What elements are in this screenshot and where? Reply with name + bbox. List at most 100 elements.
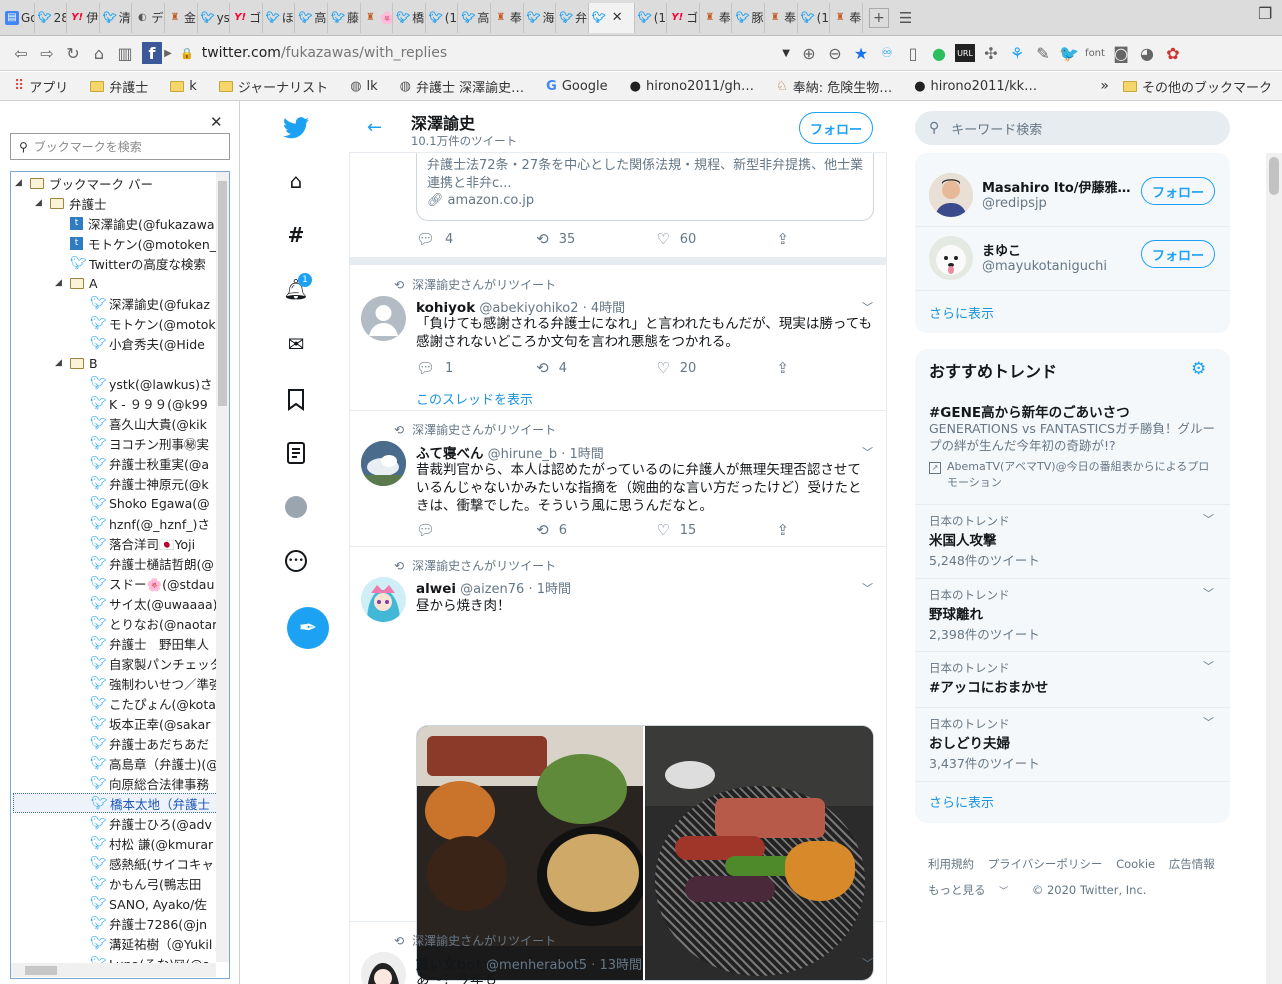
link-card[interactable]: 弁護士法72条・27条を中心とした関係法規・規程、新型非弁提携、他士業連携と非弁… xyxy=(416,141,874,221)
explore-hashtag-icon[interactable]: # xyxy=(282,221,310,249)
who-name[interactable]: Masahiro Ito/伊藤雅… xyxy=(982,177,1131,196)
tab-close-icon[interactable]: ✕ xyxy=(612,10,623,25)
extension-target-icon[interactable]: ✣ xyxy=(978,40,1004,66)
follow-button[interactable]: フォロー xyxy=(1141,240,1215,268)
browser-tab[interactable]: 🐦︎ 豚 xyxy=(732,2,766,33)
bookmark-item[interactable]: t 深澤諭史(@fukazawa xyxy=(55,213,214,233)
bookmark-bar-item[interactable]: ● hirono2011/gh… xyxy=(630,79,754,94)
bookmark-manager-icon[interactable]: ▥ xyxy=(112,40,138,66)
retweet-button[interactable]: ⟲ 4 xyxy=(536,359,656,377)
zoom-out-icon[interactable]: ⊖ xyxy=(822,40,848,66)
bookmark-item[interactable]: 🐦︎ 村松 謙(@kmurar xyxy=(75,833,213,853)
author-handle[interactable]: @aizen76 xyxy=(460,582,524,597)
bookmark-item[interactable]: 🐦︎ 感熱紙(サイコキャ xyxy=(75,853,214,873)
like-button[interactable]: ♡ 20 xyxy=(656,359,776,377)
tweet[interactable]: ⟲ 深澤諭史さんがリツイート alwei @aizen76 · 1時間 ﹀ 昼から… xyxy=(350,547,886,981)
reply-button[interactable]: 💬︎ 1 xyxy=(416,359,536,377)
trends-show-more-link[interactable]: さらに表示 xyxy=(929,792,994,811)
share-button[interactable]: ⇪ xyxy=(776,359,806,377)
facebook-icon[interactable]: f xyxy=(142,42,162,64)
footer-link-privacy[interactable]: プライバシーポリシー xyxy=(988,857,1103,871)
bookmark-item[interactable]: 🐦︎ 弁護士7286(@jn xyxy=(75,913,207,933)
footer-more-link[interactable]: もっと見る ﹀ xyxy=(928,883,1018,897)
who-name[interactable]: まゆこ xyxy=(982,240,1021,259)
retweet-button[interactable]: ⟲ 35 xyxy=(536,230,656,248)
bookmark-item[interactable]: 🐦︎ スドー🌸(@stdau xyxy=(75,573,214,593)
browser-tab[interactable]: ♜ 奉 xyxy=(830,2,863,33)
bookmark-item[interactable]: t モトケン(@motoken_ xyxy=(55,233,216,253)
bookmark-item[interactable]: 🐦︎ 小倉秀夫(@Hide xyxy=(75,333,205,353)
tree-expand-icon[interactable]: ◢ xyxy=(35,198,45,208)
share-button[interactable]: ⇪ xyxy=(776,521,806,539)
browser-tab[interactable]: 🐦︎ 藤 xyxy=(328,2,361,33)
avatar[interactable] xyxy=(361,952,406,984)
bookmark-item[interactable]: 🐦︎ 強制わいせつ／準強 xyxy=(75,673,222,693)
bookmark-item[interactable]: 🐦︎ 高島章（弁護士)(@ xyxy=(75,753,219,773)
tree-hscrollbar-thumb[interactable] xyxy=(25,966,57,975)
retweet-button[interactable]: ⟲ 6 xyxy=(536,521,656,539)
author-handle[interactable]: @abekiyohiko2 xyxy=(479,301,578,316)
bookmark-item[interactable]: 🐦︎ K - ９９９(@k99 xyxy=(75,393,208,413)
browser-tab[interactable]: 🐦︎ 高 xyxy=(295,2,328,33)
bookmark-item[interactable]: 🐦︎ 弁護士神原元(@k xyxy=(75,473,209,493)
address-bar[interactable]: 🔒 twitter.com/fukazawas/with_replies ▼ xyxy=(174,40,796,67)
bookmark-item[interactable]: 🐦︎ モトケン(@motok xyxy=(75,313,216,333)
url-shortener-icon[interactable]: URL xyxy=(955,44,975,62)
extension-pen-icon[interactable]: ✎ xyxy=(1030,40,1056,66)
browser-tab[interactable]: ♜ 奉 xyxy=(700,2,733,33)
browser-tab[interactable]: 🐦︎ ほ xyxy=(263,2,296,33)
page-scrollbar[interactable] xyxy=(1266,153,1282,984)
bookmark-item[interactable]: 🐦︎ 落合洋司🇯🇵Yoji xyxy=(75,533,195,553)
avatar[interactable] xyxy=(929,236,973,280)
bookmark-item[interactable]: 🐦︎ こたぴょん(@kota xyxy=(75,693,216,713)
messages-mail-icon[interactable]: ✉ xyxy=(282,330,310,358)
tweet-time[interactable]: 1時間 xyxy=(537,582,571,597)
reply-button[interactable]: 💬︎ 4 xyxy=(416,230,536,248)
chevron-down-icon[interactable]: ﹀ xyxy=(862,580,873,596)
bookmark-item[interactable]: 🐦︎ 弁護士秋重実(@a xyxy=(75,453,209,473)
like-button[interactable]: ♡ 60 xyxy=(656,230,776,248)
bookmark-item[interactable]: 🐦︎ Shoko Egawa(@ xyxy=(75,493,210,513)
bookmark-folder[interactable]: ◢ A xyxy=(55,273,98,293)
footer-link-ads[interactable]: 広告情報 xyxy=(1169,857,1215,871)
browser-tab[interactable]: ♜ 🌸 xyxy=(361,2,394,33)
chevron-down-icon[interactable]: ﹀ xyxy=(1203,714,1214,730)
footer-link-cookie[interactable]: Cookie xyxy=(1116,857,1155,871)
bookmark-item[interactable]: 🐦︎ 深澤諭史(@fukaz xyxy=(75,293,210,313)
url-dropdown-icon[interactable]: ▼ xyxy=(782,48,790,59)
bookmark-item[interactable]: 🐦︎ SANO, Ayako/佐 xyxy=(75,893,207,913)
bookmark-bar-item[interactable]: 弁護士 xyxy=(90,77,148,96)
chevron-down-icon[interactable]: ﹀ xyxy=(1203,658,1214,674)
follow-button[interactable]: フォロー xyxy=(1141,177,1215,205)
chevron-down-icon[interactable]: ﹀ xyxy=(862,444,873,460)
close-icon[interactable]: ✕ xyxy=(210,113,223,131)
bookmarks-icon[interactable] xyxy=(282,386,310,414)
bookmark-bar-item[interactable]: ジャーナリスト xyxy=(218,77,328,96)
bookmark-item[interactable]: 🐦︎ 坂本正幸(@sakar xyxy=(75,713,210,733)
browser-tab[interactable]: 🐦︎ (1 xyxy=(426,2,459,33)
browser-tab[interactable]: ♜ 金 xyxy=(165,2,198,33)
back-icon[interactable]: ⇦ xyxy=(8,40,34,66)
author-name[interactable]: ふて寝べん xyxy=(416,446,484,462)
bookmark-bar-item[interactable]: ♘ 奉納: 危険生物… xyxy=(776,77,892,96)
profile-avatar-icon[interactable] xyxy=(282,493,310,521)
bookmark-item[interactable]: 🐦︎ かもん弓(鴨志田 xyxy=(75,873,201,893)
tweet-time[interactable]: 1時間 xyxy=(569,447,603,462)
zoom-in-icon[interactable]: ⊕ xyxy=(796,40,822,66)
evernote-icon[interactable]: ● xyxy=(926,40,952,66)
twitter-extension-icon[interactable]: 🐦 xyxy=(1056,40,1082,66)
extension-bookmark-icon[interactable]: ▯ xyxy=(900,40,926,66)
star-icon[interactable]: ★ xyxy=(848,40,874,66)
show-more-link[interactable]: さらに表示 xyxy=(929,303,994,322)
browser-tab[interactable]: Y! ゴ xyxy=(230,2,263,33)
bookmark-folder[interactable]: ◢ B xyxy=(55,353,98,373)
bookmark-item[interactable]: 🐦︎ 弁護士ひろ(@adv xyxy=(75,813,212,833)
profile-avatar-icon[interactable]: ◕ xyxy=(1134,40,1160,66)
chevron-down-icon[interactable]: ﹀ xyxy=(1203,511,1214,527)
twitter-logo-icon[interactable] xyxy=(282,114,310,142)
browser-tab[interactable]: 🐦︎ (1 xyxy=(635,2,668,33)
trend-item[interactable]: 日本のトレンド ﹀ #アッコにおまかせ xyxy=(915,652,1230,708)
bookmark-item[interactable]: 🐦︎ 橋本太地（弁護士 xyxy=(13,793,228,813)
lists-icon[interactable] xyxy=(282,439,310,467)
back-arrow-icon[interactable]: ← xyxy=(367,117,382,138)
